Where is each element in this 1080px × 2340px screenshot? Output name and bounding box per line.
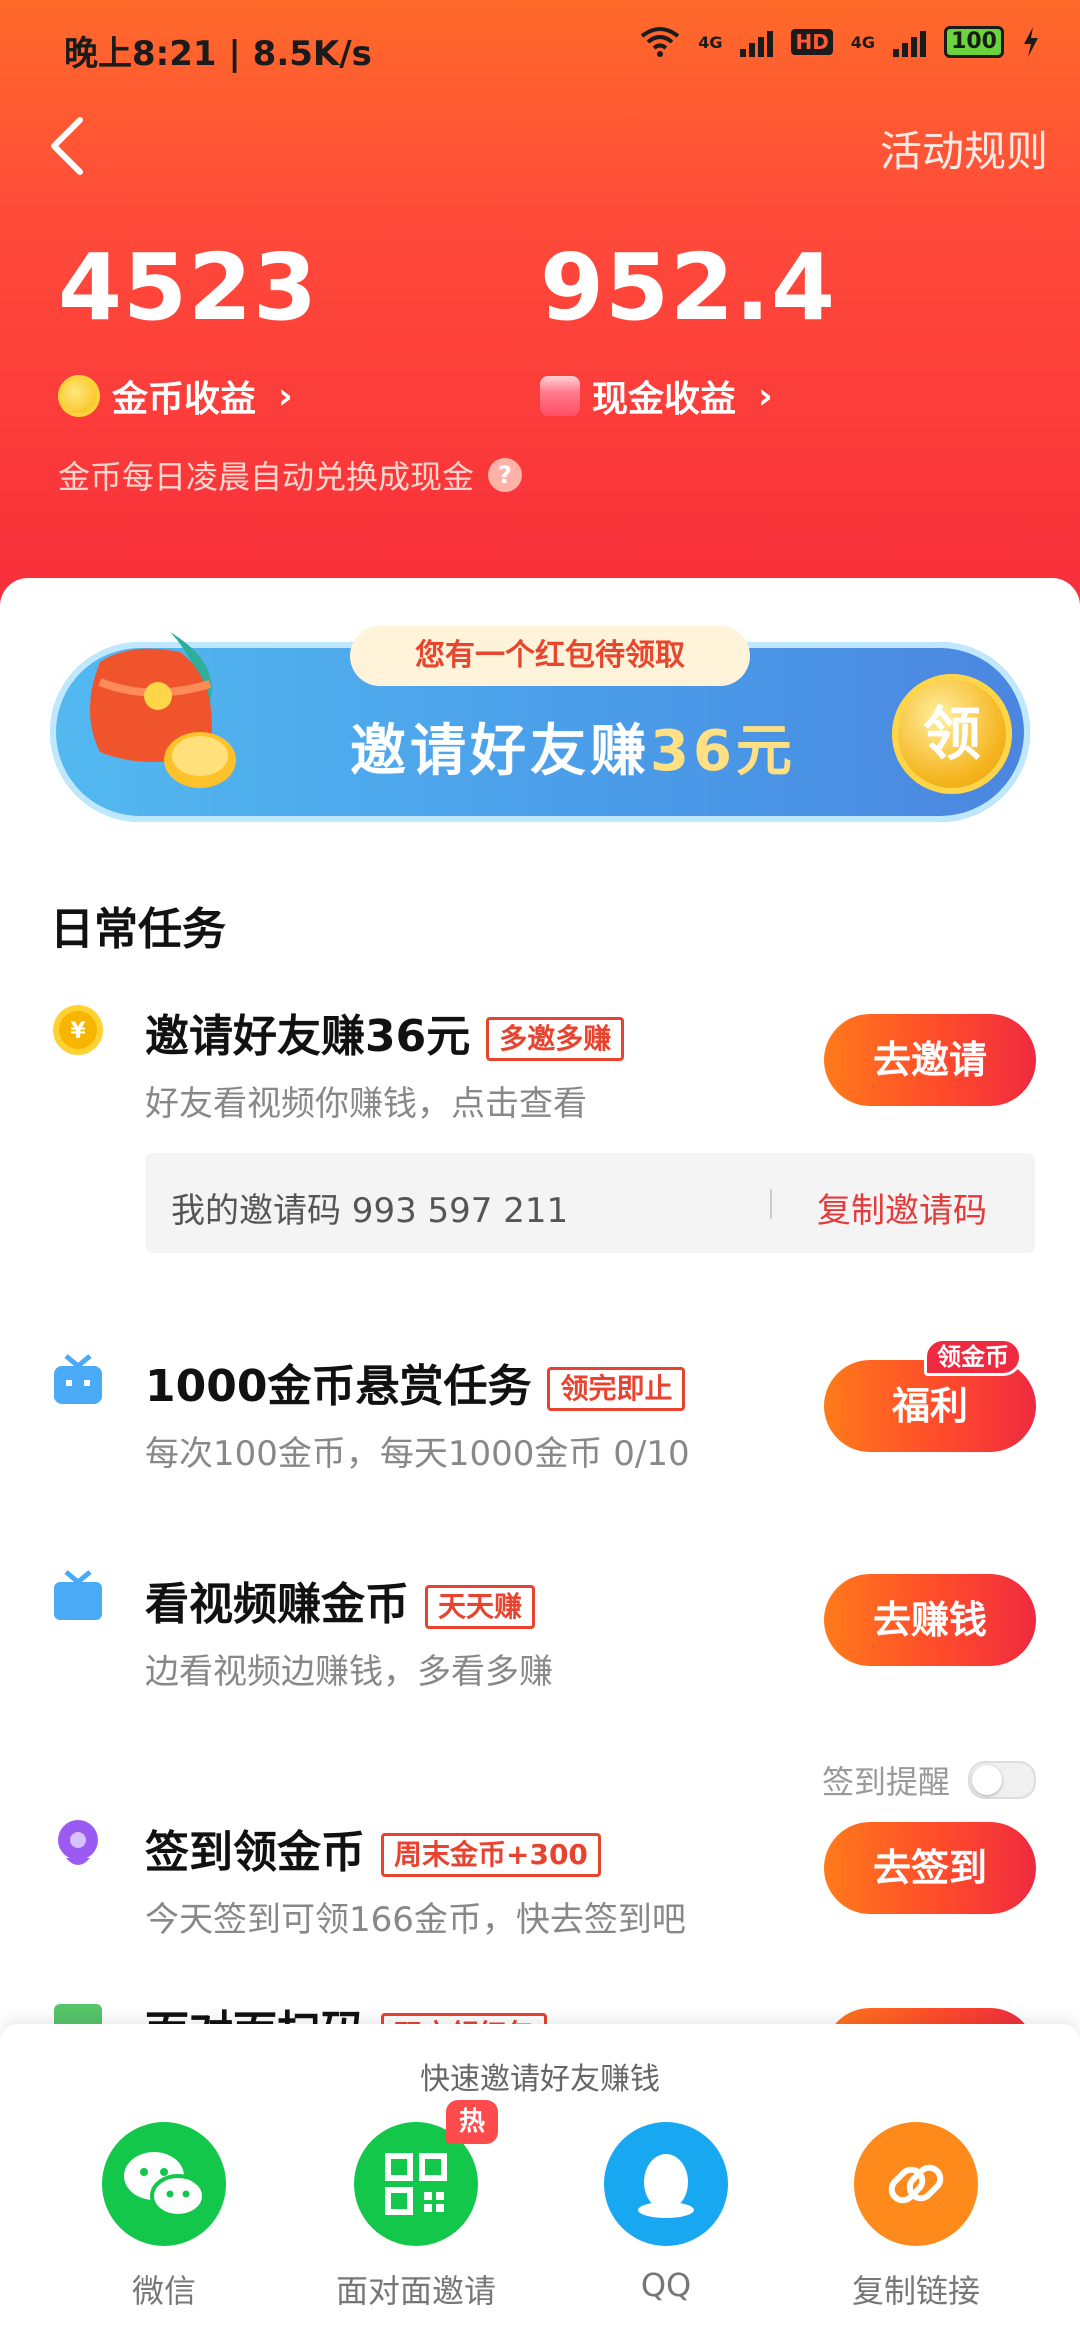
chevron-right-icon: › — [278, 375, 293, 417]
task-badge: 天天赚 — [425, 1585, 536, 1629]
banner-title-amount: 36元 — [650, 719, 796, 784]
qq-penguin-icon — [604, 2122, 728, 2246]
daily-tasks-title: 日常任务 — [50, 904, 226, 955]
network-type-2: 4G — [850, 32, 876, 52]
task-title-text: 看视频赚金币 — [145, 1579, 409, 1630]
banner-title-prefix: 邀请好友赚 — [350, 719, 650, 784]
cash-wallet-icon — [540, 376, 580, 416]
share-panel-title: 快速邀请好友赚钱 — [420, 2062, 660, 2097]
welfare-button-label: 福利 — [891, 1384, 968, 1428]
charging-icon — [1024, 27, 1038, 57]
share-qq[interactable]: QQ — [566, 2122, 766, 2304]
share-copy-link[interactable]: 复制链接 — [816, 2122, 1016, 2312]
status-time: 晚上8:21 | 8.5K/s — [64, 34, 372, 74]
cash-earnings-link[interactable]: 现金收益 › — [540, 370, 773, 422]
signal-icon — [740, 27, 774, 57]
share-label: 微信 — [131, 2272, 196, 2310]
signal-icon-2 — [893, 27, 927, 57]
invite-banner[interactable]: 您有一个红包待领取 邀请好友赚36元 领 — [50, 626, 1030, 822]
battery-icon: 100 — [944, 26, 1004, 58]
task-badge: 领完即止 — [547, 1367, 686, 1411]
share-label: 复制链接 — [851, 2272, 980, 2310]
earn-money-button[interactable]: 去赚钱 — [824, 1574, 1036, 1666]
collect-coins-tag: 领金币 — [924, 1338, 1022, 1376]
task-badge: 多邀多赚 — [486, 1017, 625, 1061]
exchange-tip: 金币每日凌晨自动兑换成现金 ? — [58, 452, 523, 498]
pending-red-packet-pill: 您有一个红包待领取 — [350, 626, 750, 686]
invite-button[interactable]: 去邀请 — [824, 1014, 1036, 1106]
task-title: 1000金币悬赏任务 领完即止 — [145, 1350, 686, 1414]
checkin-reminder: 签到提醒 — [822, 1757, 1037, 1803]
gold-coin-icon — [58, 375, 100, 417]
task-title: 邀请好友赚36元 多邀多赚 — [145, 1000, 625, 1064]
tv-icon — [54, 1570, 102, 1620]
banner-title: 邀请好友赚36元 — [350, 706, 796, 787]
invite-code-label: 我的邀请码 993 597 211 — [171, 1191, 569, 1231]
wifi-icon — [640, 27, 680, 57]
task-title-text: 邀请好友赚36元 — [145, 1011, 471, 1062]
invite-code-box: 我的邀请码 993 597 211 复制邀请码 — [145, 1153, 1035, 1253]
task-description: 边看视频边赚钱，多看多赚 — [145, 1652, 553, 1692]
hd-icon: HD — [791, 29, 833, 55]
wechat-bubbles-icon — [124, 2152, 206, 2218]
share-panel: 快速邀请好友赚钱 微信 热 面对面邀请 QQ 复制链接 — [0, 2024, 1080, 2340]
coin-earnings-value: 4523 — [58, 234, 319, 341]
task-description: 今天签到可领166金币，快去签到吧 — [145, 1900, 686, 1940]
task-title: 看视频赚金币 天天赚 — [145, 1568, 536, 1632]
network-type-1: 4G — [698, 32, 723, 52]
checkin-reminder-label: 签到提醒 — [822, 1763, 951, 1801]
wechat-icon — [102, 2122, 226, 2246]
task-title-text: 签到领金币 — [145, 1827, 365, 1878]
tv-gift-icon — [54, 1354, 102, 1404]
link-chain-graphic — [888, 2164, 944, 2204]
cash-earnings-label: 现金收益 — [592, 379, 737, 420]
svg-text:¥: ¥ — [70, 1019, 86, 1044]
coin-earnings-link[interactable]: 金币收益 › — [58, 370, 293, 422]
copy-invite-code-button[interactable]: 复制邀请码 — [817, 1183, 987, 1232]
share-face-to-face[interactable]: 热 面对面邀请 — [316, 2100, 516, 2312]
link-icon — [854, 2122, 978, 2246]
chevron-left-icon — [51, 117, 83, 175]
checkin-button[interactable]: 去签到 — [824, 1822, 1036, 1914]
task-badge: 周末金币+300 — [381, 1833, 601, 1877]
task-description: 每次100金币，每天1000金币 0/10 — [145, 1434, 690, 1474]
exchange-tip-text: 金币每日凌晨自动兑换成现金 — [58, 458, 475, 496]
claim-button[interactable]: 领 — [892, 674, 1012, 794]
qr-code-icon: 热 — [354, 2100, 498, 2246]
yuan-coin-icon: ¥ — [53, 1005, 103, 1055]
share-label: QQ — [640, 2266, 692, 2304]
hot-badge: 热 — [446, 2100, 498, 2144]
cash-earnings-value: 952.4 — [540, 234, 837, 341]
coin-earnings-label: 金币收益 — [112, 379, 257, 420]
chevron-right-icon: › — [758, 375, 773, 417]
share-wechat[interactable]: 微信 — [64, 2122, 264, 2312]
location-pin-icon — [58, 1820, 98, 1865]
divider — [770, 1189, 772, 1219]
qq-penguin-graphic — [638, 2154, 694, 2218]
status-icons: 4G HD 4G 100 — [640, 26, 1040, 58]
welfare-button[interactable]: 福利 领金币 — [824, 1338, 1036, 1452]
status-bar: 晚上8:21 | 8.5K/s 4G HD 4G 100 — [0, 20, 1080, 76]
share-label: 面对面邀请 — [335, 2272, 496, 2310]
red-envelope-bag-icon — [90, 632, 236, 788]
activity-rules-link[interactable]: 活动规则 — [880, 118, 1048, 179]
task-title-text: 1000金币悬赏任务 — [145, 1361, 532, 1412]
back-button[interactable] — [36, 110, 106, 180]
checkin-reminder-toggle[interactable] — [968, 1761, 1037, 1799]
task-description[interactable]: 好友看视频你赚钱，点击查看 — [145, 1076, 587, 1125]
task-title: 签到领金币 周末金币+300 — [145, 1816, 601, 1880]
help-icon[interactable]: ? — [488, 458, 523, 492]
